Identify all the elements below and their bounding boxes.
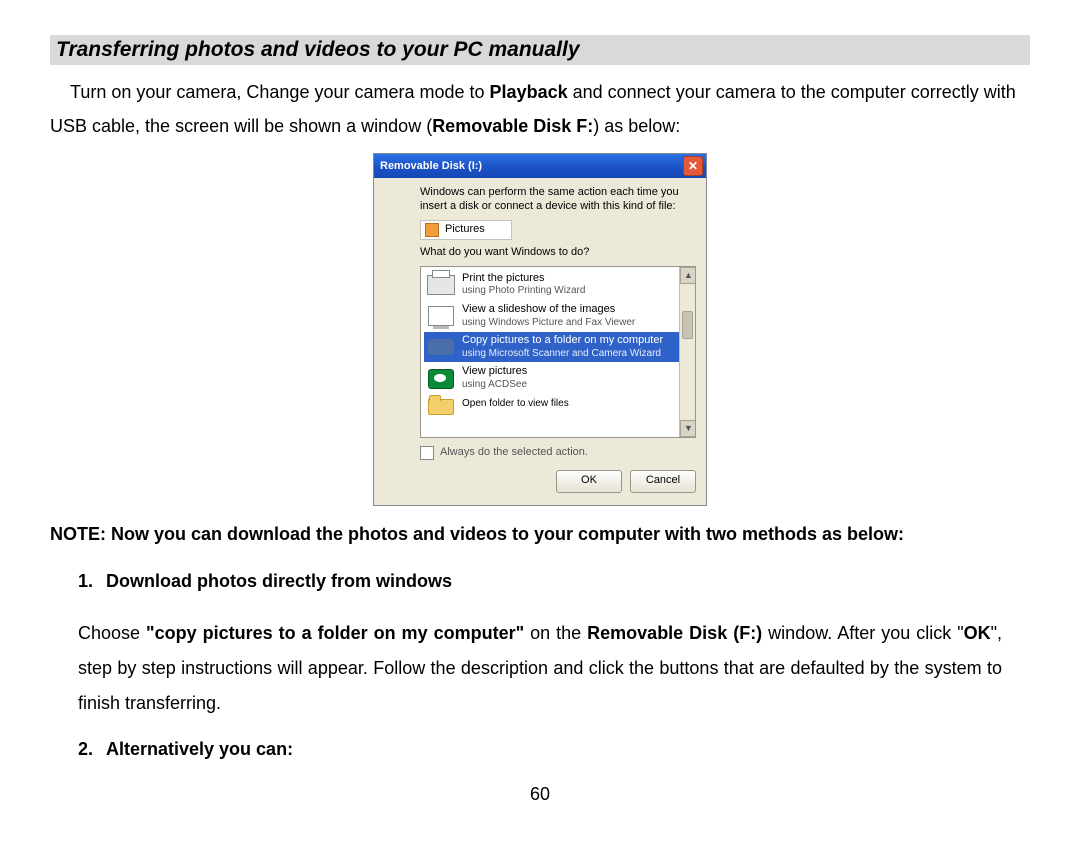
option-title: View a slideshow of the images (462, 303, 635, 317)
scrollbar[interactable]: ▲ ▼ (679, 267, 695, 437)
option-title: Open folder to view files (462, 398, 569, 411)
titlebar: Removable Disk (I:) ✕ (374, 154, 706, 178)
dialog-title: Removable Disk (I:) (380, 160, 482, 174)
method-1-heading: 1.Download photos directly from windows (78, 571, 1030, 592)
bold-copy-quote: "copy pictures to a folder on my compute… (146, 623, 524, 643)
dialog-question: What do you want Windows to do? (420, 246, 696, 260)
option-slideshow[interactable]: View a slideshow of the imagesusing Wind… (424, 301, 679, 331)
screen-icon (428, 306, 454, 326)
removable-disk-dialog: Removable Disk (I:) ✕ Windows can perfor… (373, 153, 707, 505)
folder-icon (428, 399, 454, 415)
bold-playback: Playback (490, 82, 568, 102)
option-title: Copy pictures to a folder on my computer (462, 334, 663, 348)
bold-ok: OK (964, 623, 991, 643)
scroll-down-icon[interactable]: ▼ (680, 420, 696, 437)
list-text: Download photos directly from windows (106, 571, 452, 591)
pictures-label: Pictures (445, 223, 485, 237)
intro-paragraph: Turn on your camera, Change your camera … (50, 75, 1030, 143)
option-sub: using Microsoft Scanner and Camera Wizar… (462, 348, 663, 361)
option-copy-pictures[interactable]: Copy pictures to a folder on my computer… (424, 332, 679, 362)
ok-button[interactable]: OK (556, 470, 622, 493)
list-number: 2. (78, 739, 106, 760)
text: Turn on your camera, Change your camera … (70, 82, 490, 102)
bold-disk-window: Removable Disk (F:) (587, 623, 762, 643)
dialog-intro-text: Windows can perform the same action each… (420, 186, 696, 214)
scroll-up-icon[interactable]: ▲ (680, 267, 696, 284)
pictures-icon (425, 223, 439, 237)
option-open-folder[interactable]: Open folder to view files (424, 395, 679, 415)
always-label: Always do the selected action. (440, 446, 588, 460)
option-listbox[interactable]: Print the picturesusing Photo Printing W… (420, 266, 696, 438)
always-action-row[interactable]: Always do the selected action. (420, 446, 696, 460)
method-2-heading: 2.Alternatively you can: (78, 739, 1030, 760)
option-title: Print the pictures (462, 272, 585, 286)
bold-disk: Removable Disk F: (432, 116, 593, 136)
option-view-acdsee[interactable]: View picturesusing ACDSee (424, 363, 679, 393)
cancel-button[interactable]: Cancel (630, 470, 696, 493)
checkbox[interactable] (420, 446, 434, 460)
text: Choose (78, 623, 146, 643)
camera-icon (428, 339, 454, 355)
dialog-screenshot: Removable Disk (I:) ✕ Windows can perfor… (50, 153, 1030, 505)
option-title: View pictures (462, 365, 527, 379)
page-number: 60 (50, 784, 1030, 805)
option-print[interactable]: Print the picturesusing Photo Printing W… (424, 270, 679, 300)
section-heading: Transferring photos and videos to your P… (50, 35, 1030, 65)
method-1-paragraph: Choose "copy pictures to a folder on my … (78, 616, 1002, 721)
option-sub: using Photo Printing Wizard (462, 285, 585, 298)
scroll-thumb[interactable] (682, 311, 693, 339)
file-type-row: Pictures (420, 220, 512, 240)
text: on the (524, 623, 587, 643)
text: window. After you click " (762, 623, 963, 643)
list-text: Alternatively you can: (106, 739, 293, 759)
list-number: 1. (78, 571, 106, 592)
note-text: NOTE: Now you can download the photos an… (50, 524, 1030, 545)
option-sub: using Windows Picture and Fax Viewer (462, 317, 635, 330)
printer-icon (427, 275, 455, 295)
eye-icon (428, 369, 454, 389)
text: ) as below: (593, 116, 680, 136)
close-icon[interactable]: ✕ (683, 156, 703, 176)
option-sub: using ACDSee (462, 379, 527, 392)
